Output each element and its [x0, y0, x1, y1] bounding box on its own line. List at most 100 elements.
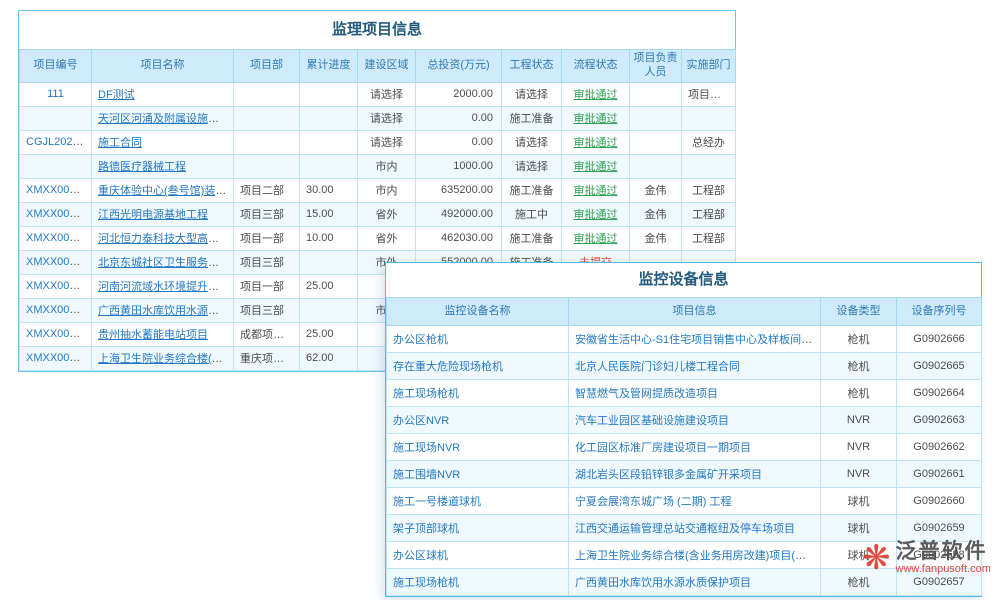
project-status-cell: 施工中	[502, 202, 562, 226]
col-header-investment: 总投资(万元)	[416, 50, 502, 83]
supervision-table-row: 天河区河涌及附属设施维修养护和... 请选择 0.00 施工准备 审批通过	[20, 106, 736, 130]
device-project-link[interactable]: 智慧燃气及管网提质改造项目	[575, 388, 718, 400]
device-name-link[interactable]: 施工现场枪机	[393, 577, 459, 589]
person-cell	[630, 106, 682, 130]
device-project-link[interactable]: 宁夏会展湾东城广场 (二期) 工程	[575, 496, 731, 508]
investment-cell: 2000.00	[416, 82, 502, 106]
device-project-link[interactable]: 上海卫生院业务综合楼(含业务用房改建)项目(集中隔离...	[575, 550, 821, 562]
device-type-cell: NVR	[821, 461, 897, 488]
project-name-link[interactable]: 河北恒力泰科技大型高端智能装备...	[98, 233, 234, 245]
flow-status-link[interactable]: 审批通过	[574, 137, 618, 149]
project-dept-cell: 重庆项目部	[234, 346, 300, 370]
project-name-link[interactable]: 江西光明电源基地工程	[98, 209, 208, 221]
project-id-link[interactable]: CGJL202311...	[26, 136, 92, 148]
col-header-device-serial: 设备序列号	[897, 298, 982, 326]
investment-cell: 635200.00	[416, 178, 502, 202]
project-dept-cell: 项目一部	[234, 274, 300, 298]
col-header-project-status: 工程状态	[502, 50, 562, 83]
project-name-link[interactable]: 上海卫生院业务综合楼(含业务用...	[98, 353, 234, 365]
devices-table-row: 存在重大危险现场枪机 北京人民医院门诊妇儿楼工程合同 枪机 G0902665	[387, 353, 982, 380]
project-id-link[interactable]: XMXX00024	[26, 208, 88, 220]
device-name-link[interactable]: 施工现场NVR	[393, 442, 460, 454]
fanpu-watermark: ❋ 泛普软件 www.fanpusoft.com	[862, 540, 991, 575]
project-id-link[interactable]: XMXX00025	[26, 184, 88, 196]
project-id-link[interactable]: XMXX00023	[26, 232, 88, 244]
device-name-link[interactable]: 办公区枪机	[393, 334, 448, 346]
devices-table-row: 施工一号楼道球机 宁夏会展湾东城广场 (二期) 工程 球机 G0902660	[387, 488, 982, 515]
flow-status-link[interactable]: 审批通过	[574, 89, 618, 101]
project-dept-cell: 项目三部	[234, 298, 300, 322]
project-dept-cell	[234, 106, 300, 130]
person-cell: 金伟	[630, 178, 682, 202]
device-project-link[interactable]: 汽车工业园区基础设施建设项目	[575, 415, 729, 427]
flow-status-link[interactable]: 审批通过	[574, 185, 618, 197]
project-status-cell: 施工准备	[502, 178, 562, 202]
progress-cell: 10.00	[300, 226, 358, 250]
project-id-link[interactable]: 111	[47, 88, 64, 100]
project-name-link[interactable]: 河南河流域水环境提升工程	[98, 281, 230, 293]
device-name-link[interactable]: 存在重大危险现场枪机	[393, 361, 503, 373]
project-name-link[interactable]: 重庆体验中心(叁号馆)装修工程	[98, 185, 234, 197]
col-header-project-dept: 项目部	[234, 50, 300, 83]
flow-status-link[interactable]: 审批通过	[574, 233, 618, 245]
device-serial-cell: G0902660	[897, 488, 982, 515]
device-serial-cell: G0902662	[897, 434, 982, 461]
project-id-link[interactable]: XMXX00020	[26, 304, 88, 316]
device-name-link[interactable]: 施工现场枪机	[393, 388, 459, 400]
project-dept-cell	[234, 82, 300, 106]
device-serial-cell: G0902664	[897, 380, 982, 407]
device-name-link[interactable]: 架子顶部球机	[393, 523, 459, 535]
flow-status-link[interactable]: 审批通过	[574, 209, 618, 221]
device-project-link[interactable]: 化工园区标准厂房建设项目一期项目	[575, 442, 751, 454]
investment-cell: 0.00	[416, 106, 502, 130]
project-id-link[interactable]: XMXX00019	[26, 328, 88, 340]
device-type-cell: NVR	[821, 407, 897, 434]
impl-dept-cell	[682, 106, 736, 130]
person-cell	[630, 82, 682, 106]
col-header-person: 项目负责人员	[630, 50, 682, 83]
project-status-cell: 请选择	[502, 130, 562, 154]
device-name-link[interactable]: 办公区球机	[393, 550, 448, 562]
project-name-link[interactable]: 广西黄田水库饮用水源水质保护项目	[98, 305, 234, 317]
device-project-link[interactable]: 湖北岩头区段铅锌银多金属矿开采项目	[575, 469, 762, 481]
device-project-link[interactable]: 北京人民医院门诊妇儿楼工程合同	[575, 361, 740, 373]
project-id-link[interactable]: XMXX00021	[26, 280, 88, 292]
progress-cell: 25.00	[300, 274, 358, 298]
project-name-link[interactable]: 北京东城社区卫生服务中心建设项...	[98, 257, 234, 269]
device-project-link[interactable]: 安徽省生活中心-S1住宅项目销售中心及样板间精装修...	[575, 334, 821, 346]
col-header-device-type: 设备类型	[821, 298, 897, 326]
devices-table-row: 架子顶部球机 江西交通运输管理总站交通枢纽及停车场项目 球机 G0902659	[387, 515, 982, 542]
device-name-link[interactable]: 施工围墙NVR	[393, 469, 460, 481]
project-dept-cell: 项目三部	[234, 202, 300, 226]
project-name-link[interactable]: 施工合同	[98, 137, 142, 149]
project-id-link[interactable]: XMXX00022	[26, 256, 88, 268]
fanpu-url-text: www.fanpusoft.com	[896, 563, 991, 575]
investment-cell: 0.00	[416, 130, 502, 154]
project-name-link[interactable]: 天河区河涌及附属设施维修养护和...	[98, 113, 234, 125]
progress-cell	[300, 298, 358, 322]
device-serial-cell: G0902659	[897, 515, 982, 542]
progress-cell	[300, 130, 358, 154]
device-project-link[interactable]: 广西黄田水库饮用水源水质保护项目	[575, 577, 751, 589]
device-name-link[interactable]: 施工一号楼道球机	[393, 496, 481, 508]
supervision-header-row: 项目编号 项目名称 项目部 累计进度 建设区域 总投资(万元) 工程状态 流程状…	[20, 50, 736, 83]
col-header-region: 建设区域	[358, 50, 416, 83]
impl-dept-cell: 工程部	[682, 178, 736, 202]
region-cell: 请选择	[358, 130, 416, 154]
project-id-link[interactable]: XMXX00018	[26, 352, 88, 364]
progress-cell	[300, 106, 358, 130]
investment-cell: 492000.00	[416, 202, 502, 226]
project-name-link[interactable]: DF测试	[98, 89, 135, 101]
device-type-cell: 球机	[821, 488, 897, 515]
flow-status-link[interactable]: 审批通过	[574, 161, 618, 173]
device-type-cell: 枪机	[821, 353, 897, 380]
device-project-link[interactable]: 江西交通运输管理总站交通枢纽及停车场项目	[575, 523, 795, 535]
devices-panel-title: 监控设备信息	[386, 263, 981, 297]
project-name-link[interactable]: 贵州抽水蓄能电站项目	[98, 329, 208, 341]
project-name-link[interactable]: 路德医疗器械工程	[98, 161, 186, 173]
devices-header-row: 监控设备名称 项目信息 设备类型 设备序列号	[387, 298, 982, 326]
impl-dept-cell: 工程部	[682, 226, 736, 250]
flow-status-link[interactable]: 审批通过	[574, 113, 618, 125]
device-name-link[interactable]: 办公区NVR	[393, 415, 449, 427]
supervision-table-row: XMXX00023 河北恒力泰科技大型高端智能装备... 项目一部 10.00 …	[20, 226, 736, 250]
